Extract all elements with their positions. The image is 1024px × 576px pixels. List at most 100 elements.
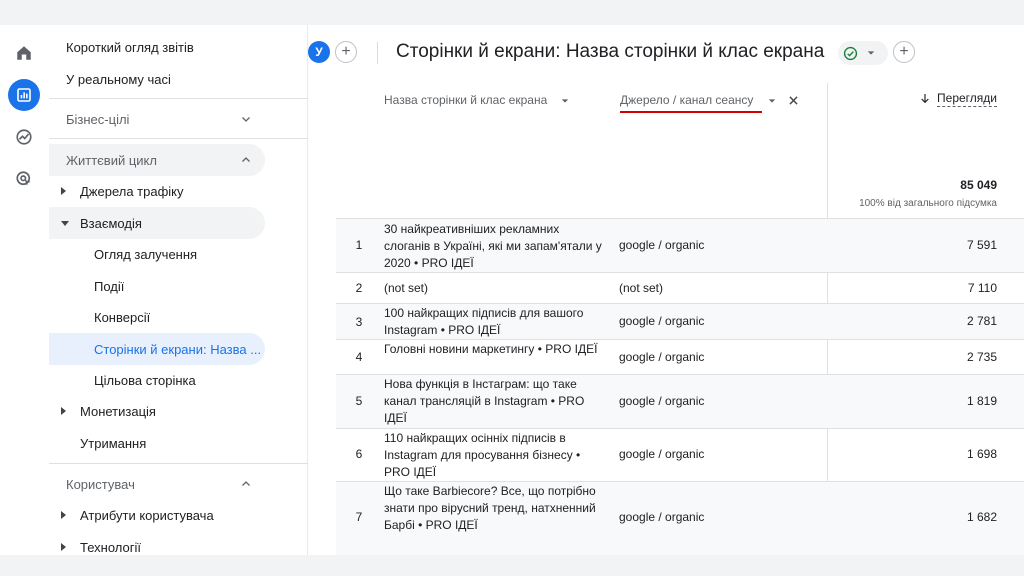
table-row[interactable]: 7 Що таке Barbiecore? Все, що потрібно з… [336,481,1024,555]
sidebar-item-label: Конверсії [94,309,151,325]
sidebar-item-realtime[interactable]: У реальному часі [49,69,308,89]
table-row[interactable]: 5 Нова функція в Інстаграм: що таке кана… [336,374,1024,428]
views-cell: 2 735 [966,350,997,364]
sidebar-item-label: У реальному часі [66,71,171,87]
caret-right-icon [61,543,66,551]
views-column-header[interactable]: Перегляди [920,91,997,107]
sidebar-section-lifecycle[interactable]: Життєвий цикл [49,150,308,170]
source-cell: (not set) [619,281,664,295]
report-status-dropdown[interactable] [838,41,888,65]
column-header-label: Джерело / канал сеансу [620,93,754,107]
sidebar-item-label: Огляд залучення [94,246,198,262]
page-title-cell: Нова функція в Інстаграм: що таке канал … [384,377,585,425]
sidebar-item-landing-page[interactable]: Цільова сторінка [49,370,308,390]
column-header-label: Назва сторінки й клас екрана [384,93,548,107]
source-cell: google / organic [619,314,705,328]
caret-right-icon [61,511,66,519]
row-number: 1 [355,238,363,252]
dimension-2-header[interactable]: Джерело / канал сеансу [620,93,798,107]
analytics-window: Короткий огляд звітів У реальному часі Б… [0,25,1024,555]
views-total-percent: 100% від загального підсумка [859,198,997,209]
sidebar-item-label: Технології [80,539,141,555]
page-title-cell: Головні новини маркетингу • PRO ІДЕЇ [384,342,598,356]
chevron-down-icon [242,117,250,122]
sidebar-item-label: Короткий огляд звітів [66,39,194,55]
reports-sidebar: Короткий огляд звітів У реальному часі Б… [49,25,308,555]
sort-arrow-down-icon [920,93,929,103]
caret-down-icon [561,99,568,103]
dimension-1-header[interactable]: Назва сторінки й клас екрана [384,93,569,107]
sidebar-item-label: Джерела трафіку [80,183,184,199]
row-number: 4 [355,350,363,364]
sidebar-item-label: Утримання [80,435,147,451]
header-separator [377,42,378,64]
views-cell: 1 698 [966,447,997,461]
nav-rail [0,25,49,555]
row-number: 5 [355,394,363,408]
sidebar-item-label: Користувач [66,476,135,492]
caret-right-icon [61,187,66,195]
page-title-cell: 100 найкращих підписів для вашого Instag… [384,306,584,337]
add-filter-button[interactable]: + [893,41,915,63]
views-cell: 2 781 [966,314,997,328]
row-number: 2 [355,281,363,295]
table-row[interactable]: 2 (not set) (not set) 7 110 [336,272,1024,303]
sidebar-divider [49,463,308,464]
sidebar-item-label: Події [94,278,125,294]
chevron-up-icon [242,481,250,486]
table-row[interactable]: 3 100 найкращих підписів для вашого Inst… [336,303,1024,339]
sidebar-item-label: Бізнес-цілі [66,111,130,127]
table-row[interactable]: 6 110 найкращих осінніх підписів в Insta… [336,428,1024,481]
table-row[interactable]: 4 Головні новини маркетингу • PRO ІДЕЇ g… [336,339,1024,374]
sidebar-item-label: Цільова сторінка [94,372,196,388]
table-row[interactable]: 1 30 найкреативніших рекламних слоганів … [336,218,1024,272]
views-cell: 7 591 [966,238,997,252]
add-comparison-button[interactable]: + [335,41,357,63]
highlight-underline [620,111,762,113]
page-title-cell: 30 найкреативніших рекламних слоганів в … [384,222,602,270]
sidebar-item-traffic-sources[interactable]: Джерела трафіку [49,181,308,201]
sidebar-item-label: Життєвий цикл [66,152,157,168]
sidebar-item-label: Монетизація [80,403,156,419]
row-number: 6 [355,447,363,461]
sidebar-section-user[interactable]: Користувач [49,474,308,494]
views-total: 85 049 [960,178,997,192]
sidebar-item-engagement-overview[interactable]: Огляд залучення [49,244,308,264]
caret-down-icon [768,99,775,103]
sidebar-item-events[interactable]: Події [49,276,308,296]
source-cell: google / organic [619,510,705,524]
caret-down-icon [867,51,875,55]
sidebar-item-retention[interactable]: Утримання [49,433,308,453]
sidebar-section-business-goals[interactable]: Бізнес-цілі [49,109,308,129]
sidebar-item-pages-screens[interactable]: Сторінки й екрани: Назва ... [49,339,265,359]
comparison-avatar[interactable]: У [308,41,330,63]
sidebar-item-technology[interactable]: Технології [49,537,308,557]
views-cell: 7 110 [967,281,997,295]
home-icon[interactable] [8,37,40,69]
views-cell: 1 819 [966,394,997,408]
caret-down-icon [61,221,69,226]
source-cell: google / organic [619,394,705,408]
page-title-cell: Що таке Barbiecore? Все, що потрібно зна… [384,484,596,532]
sidebar-divider [49,138,308,139]
advertising-icon[interactable] [8,163,40,195]
sidebar-item-label: Атрибути користувача [80,507,214,523]
source-cell: google / organic [619,350,705,364]
sidebar-item-engagement[interactable]: Взаємодія [49,213,308,233]
source-cell: google / organic [619,238,705,252]
row-number: 3 [355,315,363,329]
sidebar-item-label: Взаємодія [80,215,142,231]
sidebar-item-user-attributes[interactable]: Атрибути користувача [49,505,308,525]
sidebar-item-conversions[interactable]: Конверсії [49,307,308,327]
bottom-margin [0,555,1024,576]
page-title: Сторінки й екрани: Назва сторінки й клас… [396,41,825,62]
reports-icon[interactable] [8,79,40,111]
page-title-cell: 110 найкращих осінніх підписів в Instagr… [384,431,581,479]
close-icon[interactable] [789,96,798,105]
views-cell: 1 682 [966,510,997,524]
caret-right-icon [61,407,66,415]
sidebar-item-monetization[interactable]: Монетизація [49,401,308,421]
explore-icon[interactable] [8,121,40,153]
sidebar-item-overview[interactable]: Короткий огляд звітів [49,37,308,57]
source-cell: google / organic [619,447,705,461]
